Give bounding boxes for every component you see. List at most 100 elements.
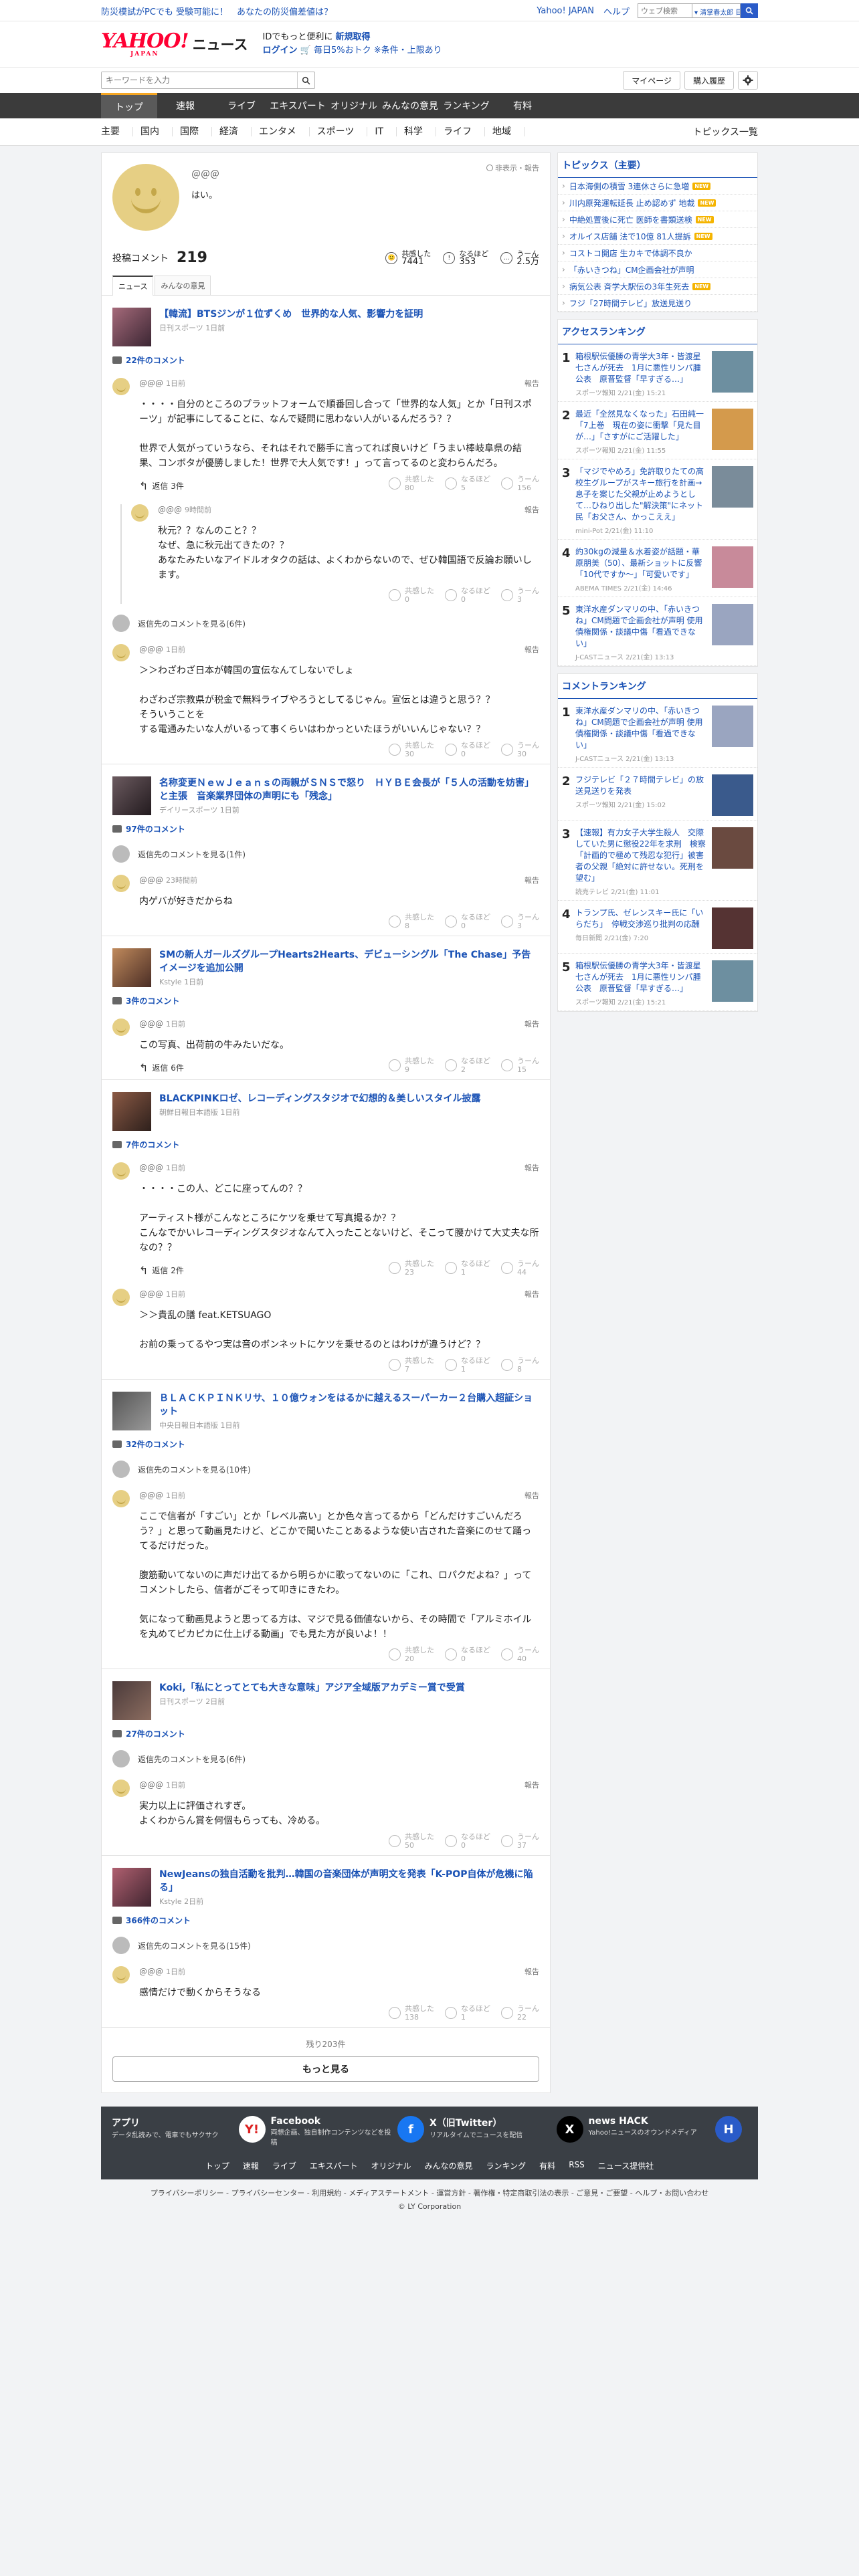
login-link[interactable]: ログイン — [263, 45, 298, 56]
replies-toggle[interactable]: ↰ 返信 6件 — [139, 1061, 184, 1074]
ranking-item[interactable]: 1 東洋水産ダンマリの中、「赤いきつね」CM問題で企画会社が声明 使用債権関係・談… — [558, 699, 757, 768]
footer-service[interactable]: アプリ データ乱読みで、電車でもサクサク Y! — [112, 2116, 271, 2148]
article-thumbnail[interactable] — [112, 948, 151, 987]
report-link[interactable]: 報告 — [524, 1018, 539, 1030]
load-more-button[interactable]: もっと見る — [112, 2056, 539, 2082]
naruhodo-button[interactable]: なるほど 1 — [445, 2004, 490, 2022]
empathy-button[interactable]: 共感した 0 — [389, 586, 434, 604]
category-economy[interactable]: 経済 — [219, 127, 252, 136]
article-title-link[interactable]: NewJeansの独自活動を批判…韓国の音楽団体が声明文を発表「K-POP自体が… — [159, 1869, 533, 1893]
nav-breaking[interactable]: 速報 — [157, 93, 213, 118]
article-thumbnail[interactable] — [112, 1681, 151, 1720]
keyword-input[interactable] — [102, 72, 297, 88]
topic-link[interactable]: 川内原発運転延長 止め認めず 地裁NEW — [558, 195, 757, 211]
category-science[interactable]: 科学 — [404, 127, 437, 136]
article-title-link[interactable]: Koki,「私にとってとても大きな意味」アジア全域版アカデミー賞で受賞 — [159, 1683, 465, 1693]
comment-count-link[interactable]: 22件のコメント — [112, 354, 539, 366]
category-it[interactable]: IT — [375, 127, 397, 136]
naruhodo-button[interactable]: なるほど 1 — [445, 1259, 490, 1277]
article-title-link[interactable]: 【韓流】BTSジンが１位ずくめ 世界的な人気、影響力を証明 — [159, 309, 423, 320]
footer-link[interactable]: RSS — [569, 2160, 585, 2171]
replies-toggle[interactable]: ↰ 返信 2件 — [139, 1264, 184, 1277]
disaster-drill-promo-link[interactable]: 防災模試がPCでも 受験可能に！ あなたの防災偏差値は？ — [101, 5, 527, 17]
article-thumbnail[interactable] — [112, 1092, 151, 1131]
empathy-button[interactable]: 共感した 30 — [389, 741, 434, 758]
empathy-button[interactable]: 共感した 9 — [389, 1057, 434, 1074]
hmm-button[interactable]: うーん 37 — [501, 1832, 539, 1850]
footer-link[interactable]: みんなの意見 — [425, 2160, 473, 2171]
register-id-link[interactable]: 新規取得 — [336, 32, 371, 42]
hmm-button[interactable]: うーん 15 — [501, 1057, 539, 1074]
nav-live[interactable]: ライブ — [213, 93, 270, 118]
article-thumbnail[interactable] — [112, 776, 151, 815]
purchase-history-button[interactable]: 購入履歴 — [684, 71, 734, 90]
ranking-item[interactable]: 3 【速報】有力女子大学生殺人 交際していた男に懲役22年を求刑 検察「計画的で極… — [558, 821, 757, 901]
yahoo-japan-link[interactable]: Yahoo! JAPAN — [537, 6, 594, 16]
comment-count-link[interactable]: 27件のコメント — [112, 1728, 539, 1739]
hide-report-link[interactable]: 非表示・報告 — [486, 163, 539, 173]
view-parent-comments[interactable]: 返信先のコメントを見る(6件) — [112, 1750, 539, 1767]
nav-expert[interactable]: エキスパート — [270, 93, 326, 118]
footer-service[interactable]: Facebook 両想企画、独自制作コンテンツなどを投稿 f — [271, 2116, 430, 2148]
article-title-link[interactable]: BLACKPINKロゼ、レコーディングスタジオで幻想的＆美しいスタイル披露 — [159, 1093, 480, 1104]
report-link[interactable]: 報告 — [524, 875, 539, 886]
empathy-button[interactable]: 共感した 7 — [389, 1356, 434, 1374]
report-link[interactable]: 報告 — [524, 1289, 539, 1300]
naruhodo-button[interactable]: なるほど 0 — [445, 1832, 490, 1850]
topic-link[interactable]: 「赤いきつね」CM企画会社が声明 — [558, 261, 757, 278]
footer-link[interactable]: ライブ — [272, 2160, 296, 2171]
article-title-link[interactable]: 名称変更ＮｅｗＪｅａｎｓの両親がＳＮＳで怒り ＨＹＢＥ会長が「５人の活動を妨害」… — [159, 778, 534, 802]
report-link[interactable]: 報告 — [524, 644, 539, 655]
paypay-promo-link[interactable]: 🛒 毎日5%おトク ※条件・上限あり — [300, 45, 442, 56]
report-link[interactable]: 報告 — [524, 504, 539, 516]
nav-opinions[interactable]: みんなの意見 — [382, 93, 438, 118]
naruhodo-button[interactable]: なるほど 1 — [445, 1356, 490, 1374]
footer-service[interactable]: X（旧Twitter） リアルタイムでニュースを配信 X — [430, 2116, 589, 2148]
footer-link[interactable]: ニュース提供社 — [598, 2160, 654, 2171]
yahoo-news-logo[interactable]: YAHOO! JAPAN ニュース — [101, 31, 248, 58]
ranking-item[interactable]: 2 フジテレビ「２７時間テレビ」の放送見送りを発表 スポーツ報知 2/21(金) 1… — [558, 768, 757, 821]
nav-original[interactable]: オリジナル — [326, 93, 382, 118]
ranking-item[interactable]: 2 最近「全然見なくなった」石田純一「7上巻 現在の姿に衝撃「見た目が…」「さすが… — [558, 402, 757, 459]
hmm-button[interactable]: うーん 156 — [501, 475, 539, 492]
report-link[interactable]: 報告 — [524, 378, 539, 389]
naruhodo-button[interactable]: なるほど 0 — [445, 586, 490, 604]
naruhodo-button[interactable]: なるほど 2 — [445, 1057, 490, 1074]
topic-link[interactable]: 病気公表 斉学大駅伝の3年生死去NEW — [558, 278, 757, 295]
report-link[interactable]: 報告 — [524, 1162, 539, 1174]
nav-top[interactable]: トップ — [101, 93, 157, 118]
article-thumbnail[interactable] — [112, 1392, 151, 1430]
footer-link[interactable]: 有料 — [539, 2160, 555, 2171]
ranking-item[interactable]: 4 トランプ氏、ゼレンスキー氏に「いらだち」 停戦交渉巡り批判の応酬 毎日新聞 2/… — [558, 901, 757, 954]
empathy-button[interactable]: 共感した 50 — [389, 1832, 434, 1850]
footer-link[interactable]: トップ — [205, 2160, 229, 2171]
category-life[interactable]: ライフ — [444, 127, 486, 136]
view-parent-comments[interactable]: 返信先のコメントを見る(6件) — [112, 615, 539, 632]
comment-count-link[interactable]: 3件のコメント — [112, 995, 539, 1006]
view-parent-comments[interactable]: 返信先のコメントを見る(1件) — [112, 845, 539, 863]
report-link[interactable]: 報告 — [524, 1490, 539, 1501]
ranking-item[interactable]: 3 「マジでやめろ」免許取りたての高校生グループがスキー旅行を計画→息子を案じた父… — [558, 459, 757, 540]
hmm-button[interactable]: うーん 22 — [501, 2004, 539, 2022]
article-thumbnail[interactable] — [112, 308, 151, 346]
web-search-button[interactable] — [741, 3, 758, 18]
hmm-button[interactable]: うーん 3 — [501, 913, 539, 930]
category-local[interactable]: 地域 — [492, 127, 525, 136]
replies-toggle[interactable]: ↰ 返信 3件 — [139, 479, 184, 492]
settings-button[interactable] — [738, 71, 758, 90]
tab-opinions[interactable]: みんなの意見 — [155, 276, 211, 295]
category-domestic[interactable]: 国内 — [140, 127, 173, 136]
topic-link[interactable]: フジ「27時間テレビ」放送見送り — [558, 295, 757, 312]
topic-link[interactable]: コストコ開店 生カキで体調不良か — [558, 245, 757, 261]
topic-link[interactable]: オルイス店舗 法で10億 81人提訴NEW — [558, 228, 757, 245]
help-link[interactable]: ヘルプ — [603, 5, 630, 17]
mypage-button[interactable]: マイページ — [623, 71, 680, 90]
web-search-input[interactable] — [638, 3, 692, 18]
category-entertainment[interactable]: エンタメ — [259, 127, 310, 136]
hmm-button[interactable]: うーん 3 — [501, 586, 539, 604]
footer-link[interactable]: ランキング — [486, 2160, 527, 2171]
comment-count-link[interactable]: 7件のコメント — [112, 1139, 539, 1150]
hmm-button[interactable]: うーん 30 — [501, 741, 539, 758]
article-thumbnail[interactable] — [112, 1868, 151, 1907]
footer-service[interactable]: news HACK Yahoo!ニュースのオウンドメディア H — [589, 2116, 748, 2148]
